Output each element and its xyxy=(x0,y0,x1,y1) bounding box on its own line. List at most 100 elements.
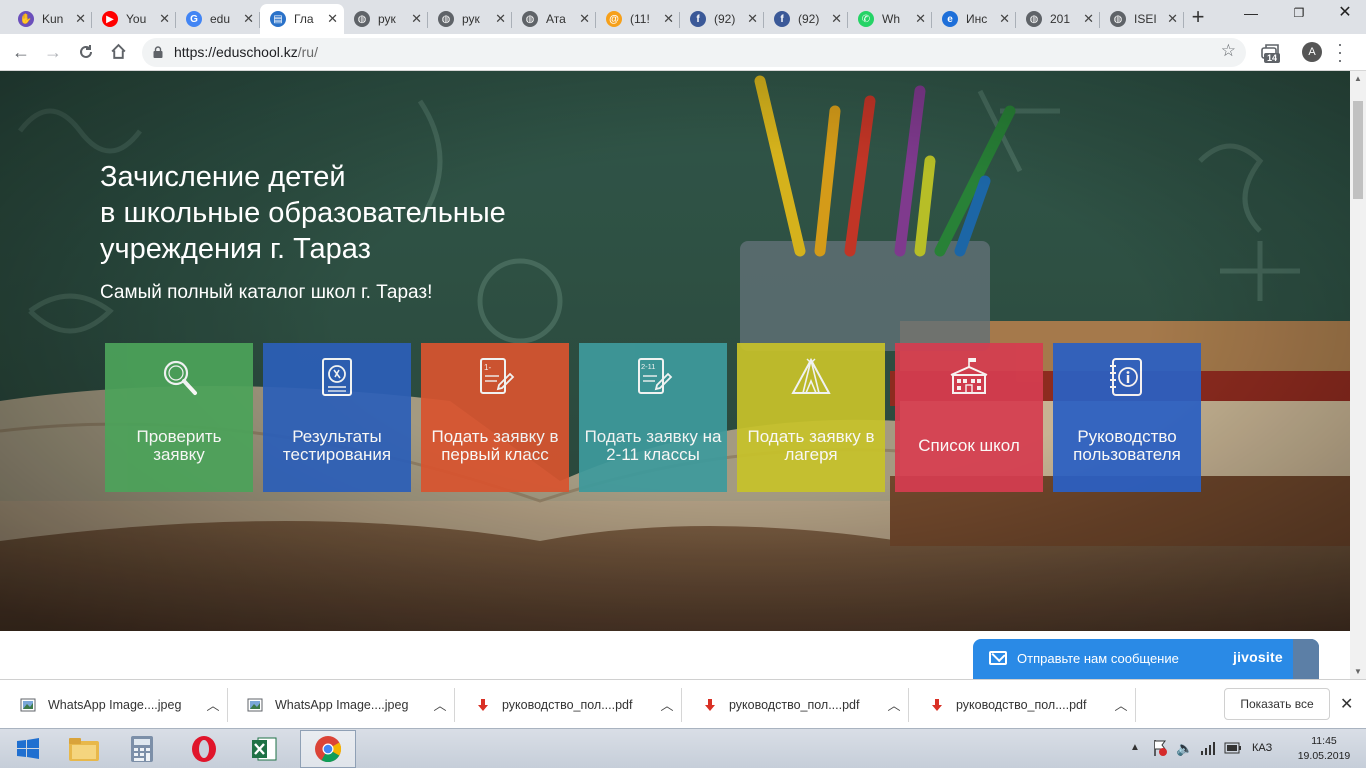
browser-tab[interactable]: f (92) ✕ xyxy=(680,4,764,34)
browser-tab[interactable]: ◍ рук ✕ xyxy=(428,4,512,34)
eduschool-icon: ▤ xyxy=(270,11,286,27)
browser-tab[interactable]: ✋ Kun ✕ xyxy=(8,4,92,34)
close-tab-icon[interactable]: ✕ xyxy=(831,11,842,27)
hand-icon: ✋ xyxy=(18,11,34,27)
page-scrollbar[interactable]: ▲ ▼ xyxy=(1350,71,1366,679)
hero-title: Зачисление детей в школьные образователь… xyxy=(100,161,506,265)
close-download-shelf-icon[interactable]: ✕ xyxy=(1340,694,1353,714)
volume-icon[interactable]: 🔈 xyxy=(1176,740,1193,757)
taskbar-explorer[interactable] xyxy=(56,730,112,768)
network-signal-icon[interactable] xyxy=(1200,741,1216,760)
jivosite-chat-widget[interactable]: Отправьте нам сообщение jivosite xyxy=(973,639,1319,679)
taskbar-calculator[interactable] xyxy=(114,730,170,768)
download-item[interactable]: руководство_пол....pdf ︿ xyxy=(454,680,682,729)
download-options-chevron-icon[interactable]: ︿ xyxy=(879,695,909,714)
download-options-chevron-icon[interactable]: ︿ xyxy=(652,695,682,714)
magnifier-icon xyxy=(163,360,197,395)
scroll-thumb[interactable] xyxy=(1353,101,1363,199)
browser-tab[interactable]: ◍ 201 ✕ xyxy=(1016,4,1100,34)
browser-tab[interactable]: e Инс ✕ xyxy=(932,4,1016,34)
forward-button[interactable]: → xyxy=(40,39,66,65)
close-tab-icon[interactable]: ✕ xyxy=(159,11,170,27)
browser-tab[interactable]: ▶ You ✕ xyxy=(92,4,176,34)
keyboard-language[interactable]: КАЗ xyxy=(1252,742,1272,754)
browser-tab[interactable]: ◍ Ата ✕ xyxy=(512,4,596,34)
tile-info-notebook[interactable]: Руководство пользователя xyxy=(1053,343,1201,492)
windows-logo-icon xyxy=(17,738,39,759)
taskbar-clock[interactable]: 11:45 19.05.2019 xyxy=(1292,734,1356,764)
tab-title: Инс xyxy=(966,12,988,26)
download-options-chevron-icon[interactable]: ︿ xyxy=(1106,695,1136,714)
opera-icon xyxy=(192,736,216,762)
tab-title: (92) xyxy=(714,12,736,26)
hero-subtitle: Самый полный каталог школ г. Тараз! xyxy=(100,282,433,303)
download-item[interactable]: руководство_пол....pdf ︿ xyxy=(908,680,1136,729)
page-viewport: Зачисление детей в школьные образователь… xyxy=(0,71,1350,679)
youtube-icon: ▶ xyxy=(102,11,118,27)
tile-label: Подать заявку в лагеря xyxy=(747,427,875,464)
tab-title: (92) xyxy=(798,12,820,26)
scroll-up-arrow[interactable]: ▲ xyxy=(1354,74,1362,83)
close-window-button[interactable]: ✕ xyxy=(1322,0,1366,30)
minimize-button[interactable]: — xyxy=(1228,0,1274,30)
start-button[interactable] xyxy=(0,730,56,768)
address-bar[interactable]: https://eduschool.kz/ru/ ☆ xyxy=(142,38,1246,67)
taskbar-excel[interactable] xyxy=(236,730,292,768)
browser-tab[interactable]: ◍ ISEI ✕ xyxy=(1100,4,1184,34)
chat-expand-tab[interactable] xyxy=(1293,639,1319,679)
browser-tab[interactable]: ▤ Гла ✕ xyxy=(260,4,344,34)
close-tab-icon[interactable]: ✕ xyxy=(243,11,254,27)
info-notebook-icon xyxy=(1110,358,1142,396)
chrome-icon xyxy=(315,736,342,763)
tile-first-grade-form[interactable]: 1- Подать заявку в первый класс xyxy=(421,343,569,492)
scroll-down-arrow[interactable]: ▼ xyxy=(1354,667,1362,676)
download-item[interactable]: руководство_пол....pdf ︿ xyxy=(681,680,909,729)
battery-icon[interactable] xyxy=(1224,741,1242,760)
close-tab-icon[interactable]: ✕ xyxy=(75,11,86,27)
browser-menu-icon[interactable]: · · · xyxy=(1334,35,1346,69)
extension-badge: 14 xyxy=(1264,53,1281,63)
close-tab-icon[interactable]: ✕ xyxy=(579,11,590,27)
restore-button[interactable]: ❐ xyxy=(1276,0,1322,30)
tile-grades-2-11-form[interactable]: 2-11 Подать заявку на 2-11 классы xyxy=(579,343,727,492)
close-tab-icon[interactable]: ✕ xyxy=(411,11,422,27)
profile-avatar[interactable]: A xyxy=(1302,42,1322,62)
browser-tab[interactable]: ◍ рук ✕ xyxy=(344,4,428,34)
close-tab-icon[interactable]: ✕ xyxy=(327,11,338,27)
tile-school-building[interactable]: Список школ xyxy=(895,343,1043,492)
show-all-downloads-button[interactable]: Показать все xyxy=(1224,688,1330,720)
close-tab-icon[interactable]: ✕ xyxy=(1083,11,1094,27)
home-button[interactable] xyxy=(105,39,131,65)
bookmark-star-icon[interactable]: ☆ xyxy=(1221,41,1236,61)
browser-tab[interactable]: ✆ Wh ✕ xyxy=(848,4,932,34)
tile-test-results[interactable]: Результаты тестирования xyxy=(263,343,411,492)
close-tab-icon[interactable]: ✕ xyxy=(915,11,926,27)
tile-tent[interactable]: Подать заявку в лагеря xyxy=(737,343,885,492)
tile-magnifier[interactable]: Проверить заявку xyxy=(105,343,253,492)
clock-date: 19.05.2019 xyxy=(1297,750,1351,762)
taskbar-chrome[interactable] xyxy=(300,730,356,768)
close-tab-icon[interactable]: ✕ xyxy=(747,11,758,27)
download-item[interactable]: WhatsApp Image....jpeg ︿ xyxy=(0,680,228,729)
close-tab-icon[interactable]: ✕ xyxy=(495,11,506,27)
browser-tab[interactable]: f (92) ✕ xyxy=(764,4,848,34)
tile-label: Результаты тестирования xyxy=(282,427,392,464)
download-filename: руководство_пол....pdf xyxy=(729,697,860,712)
browser-tab[interactable]: @ (11! ✕ xyxy=(596,4,680,34)
download-options-chevron-icon[interactable]: ︿ xyxy=(198,695,228,714)
close-tab-icon[interactable]: ✕ xyxy=(1167,11,1178,27)
close-tab-icon[interactable]: ✕ xyxy=(663,11,674,27)
reload-button[interactable] xyxy=(73,39,99,65)
download-item[interactable]: WhatsApp Image....jpeg ︿ xyxy=(227,680,455,729)
action-center-flag-icon[interactable] xyxy=(1152,739,1168,757)
taskbar-opera[interactable] xyxy=(176,730,232,768)
download-options-chevron-icon[interactable]: ︿ xyxy=(425,695,455,714)
close-tab-icon[interactable]: ✕ xyxy=(999,11,1010,27)
browser-tab[interactable]: Gedu ✕ xyxy=(176,4,260,34)
svg-text:1-: 1- xyxy=(484,363,491,372)
new-tab-button[interactable]: + xyxy=(1186,6,1210,30)
back-button[interactable]: ← xyxy=(8,39,34,65)
tray-overflow-icon[interactable]: ▲ xyxy=(1130,742,1140,753)
grades-2-11-form-icon: 2-11 xyxy=(638,358,673,394)
clock-time: 11:45 xyxy=(1311,735,1337,747)
